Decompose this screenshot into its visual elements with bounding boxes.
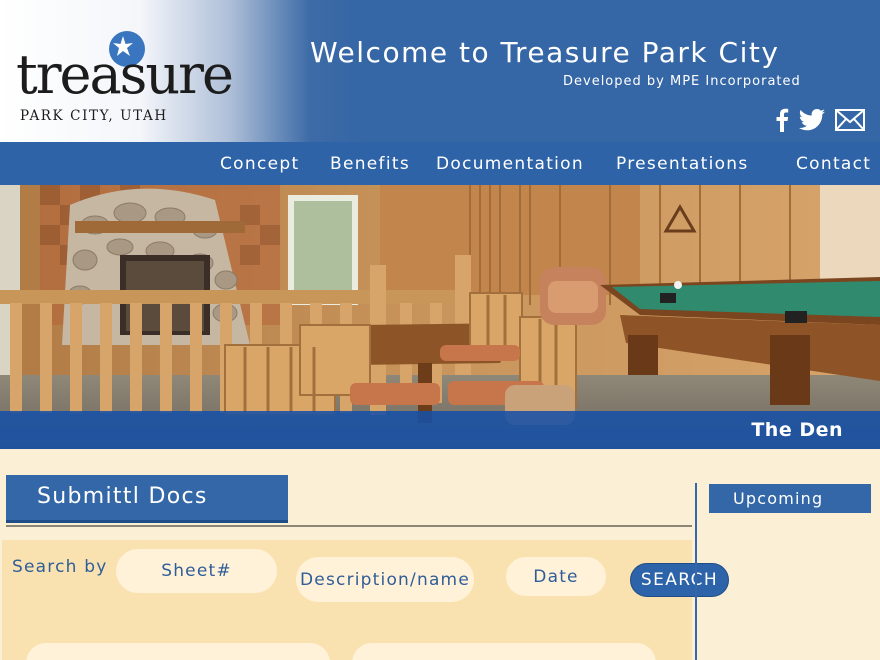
nav-item-presentations[interactable]: Presentations xyxy=(616,154,749,174)
facebook-link[interactable] xyxy=(770,106,794,134)
caption-bar xyxy=(0,411,880,449)
nav-item-contact[interactable]: Contact xyxy=(796,154,871,174)
site-title: Welcome to Treasure Park City xyxy=(310,36,780,69)
section-title: Submittl Docs xyxy=(37,484,208,509)
upcoming-header: Upcoming xyxy=(709,484,871,513)
treasure-logo[interactable]: treasure PARK CITY, UTAH xyxy=(14,28,234,128)
main-nav: Concept Benefits Documentation Presentat… xyxy=(0,142,880,185)
nav-item-concept[interactable]: Concept xyxy=(220,154,299,174)
search-button[interactable]: SEARCH xyxy=(630,563,729,597)
site-header: treasure PARK CITY, UTAH Welcome to Trea… xyxy=(0,0,880,142)
column-divider xyxy=(695,483,697,660)
site-subtitle: Developed by MPE Incorporated xyxy=(563,74,801,89)
hero-banner: The Den xyxy=(0,185,880,449)
section-header: Submittl Docs xyxy=(6,475,288,523)
sheet-number-field[interactable]: Sheet# xyxy=(116,549,277,593)
sheet-number-label: Sheet# xyxy=(161,561,232,581)
description-input[interactable] xyxy=(352,643,656,660)
nav-item-benefits[interactable]: Benefits xyxy=(330,154,410,174)
nav-item-documentation[interactable]: Documentation xyxy=(436,154,584,174)
section-divider xyxy=(6,525,692,527)
description-name-field[interactable]: Description/name xyxy=(296,557,474,602)
hero-caption: The Den xyxy=(751,419,843,441)
email-link[interactable] xyxy=(834,106,866,134)
search-button-label: SEARCH xyxy=(640,570,719,590)
sheet-input[interactable] xyxy=(26,643,330,660)
twitter-link[interactable] xyxy=(797,106,827,134)
date-field[interactable]: Date xyxy=(506,557,606,596)
date-label: Date xyxy=(533,566,579,587)
logo-wordmark: treasure xyxy=(16,43,234,106)
logo-subtitle: PARK CITY, UTAH xyxy=(20,108,168,124)
search-by-label: Search by xyxy=(12,557,108,577)
upcoming-title: Upcoming xyxy=(733,489,824,508)
twitter-icon xyxy=(798,109,825,131)
den-room-photo xyxy=(0,185,880,449)
description-name-label: Description/name xyxy=(300,569,470,590)
email-icon xyxy=(835,109,865,131)
facebook-icon xyxy=(776,108,789,132)
